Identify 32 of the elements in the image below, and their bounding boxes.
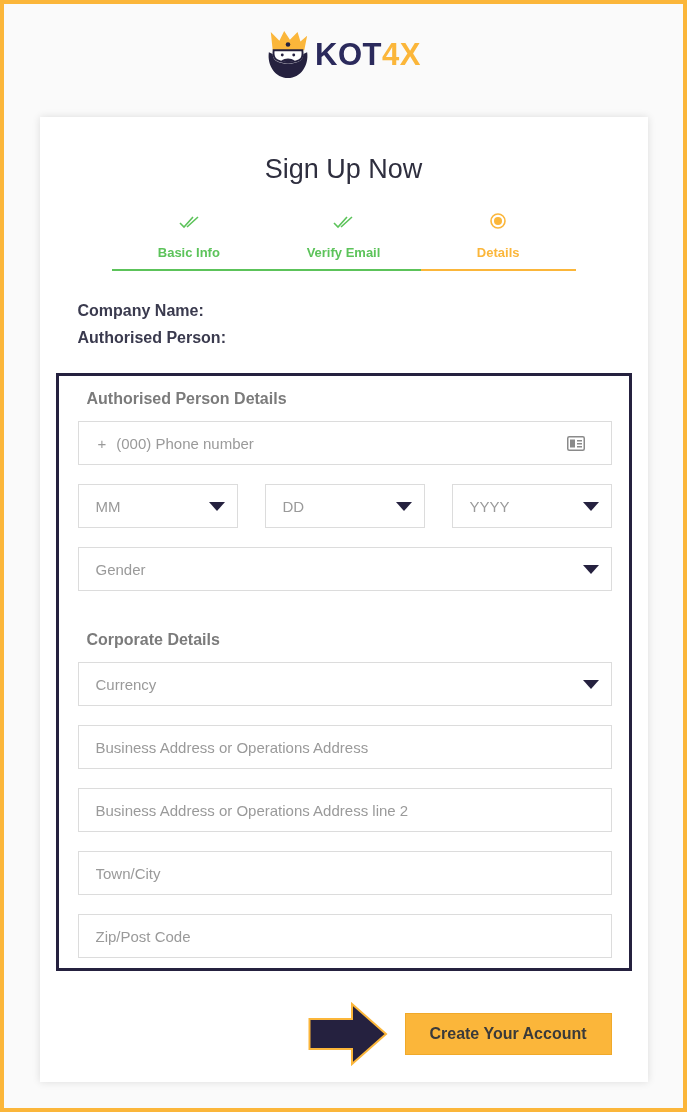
step-label: Basic Info — [157, 245, 220, 260]
radio-dot-icon — [490, 213, 507, 229]
section-heading: Authorised Person Details — [86, 389, 287, 409]
caret-icon — [208, 501, 225, 511]
create-account-button[interactable]: Create Your Account — [404, 1013, 612, 1055]
dropdown-field[interactable]: MM — [77, 484, 238, 528]
dropdown-field[interactable]: DD — [264, 484, 425, 528]
caret-icon — [582, 564, 599, 574]
caret-icon — [582, 679, 599, 689]
input-field[interactable]: Business Address or Operations Address line 2 — [77, 788, 612, 832]
phone-field[interactable]: + (000) Phone number — [77, 421, 612, 465]
caret-icon — [395, 501, 412, 511]
input-field[interactable]: Zip/Post Code — [77, 914, 612, 958]
contact-card-icon — [566, 435, 585, 451]
input-field[interactable]: Town/City — [77, 851, 612, 895]
dropdown-field[interactable]: Gender — [77, 547, 612, 591]
summary-label: Company Name: — [77, 301, 204, 321]
double-check-icon — [333, 216, 354, 229]
country-code-prefix: + — [97, 434, 107, 452]
dropdown-field[interactable]: YYYY — [451, 484, 612, 528]
input-field[interactable]: Business Address or Operations Address — [77, 725, 612, 769]
caret-icon — [582, 501, 599, 511]
dropdown-field[interactable]: Currency — [77, 662, 612, 706]
step-label: Details — [476, 245, 520, 260]
double-check-icon — [178, 216, 199, 229]
logo-wordmark: KOT4X — [315, 37, 421, 73]
page-title: Sign Up Now — [264, 153, 423, 185]
right-arrow-icon — [307, 1002, 388, 1066]
summary-label: Authorised Person: — [77, 328, 226, 348]
phone-input[interactable]: (000) Phone number — [116, 428, 557, 458]
step-label: Verify Email — [306, 245, 381, 260]
section-heading: Corporate Details — [86, 630, 220, 650]
